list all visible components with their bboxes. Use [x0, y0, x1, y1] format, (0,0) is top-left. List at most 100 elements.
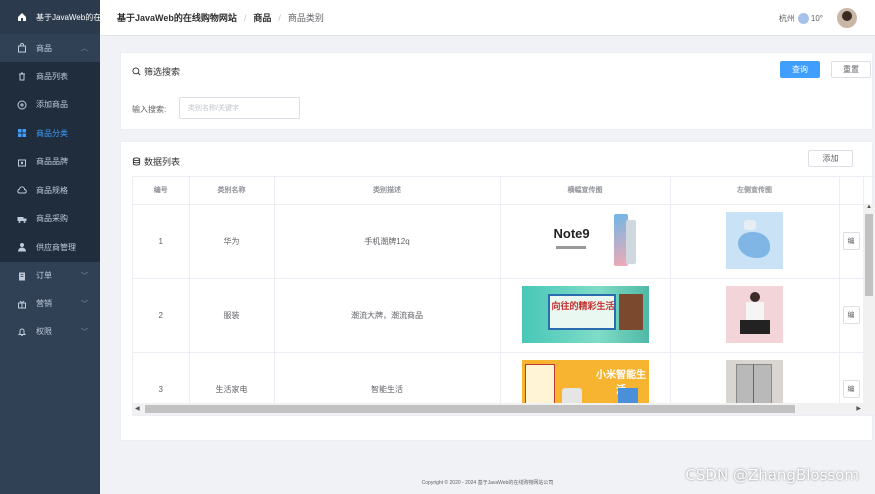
filter-header: 筛选搜索	[132, 65, 180, 78]
cell-id: 2	[133, 278, 190, 353]
sidebar-item-label: 添加商品	[36, 100, 68, 110]
sidebar-menu-marketing[interactable]: 营销 ﹀	[0, 290, 100, 318]
cell-desc: 手机潮牌12q	[274, 204, 501, 279]
add-button[interactable]: 添加	[808, 150, 853, 167]
scroll-up-arrow-icon[interactable]: ▲	[866, 204, 872, 210]
sidebar-item-label: 商品分类	[36, 128, 68, 138]
present-icon	[17, 299, 27, 309]
sidebar-item-label: 商品品牌	[36, 157, 68, 167]
cloud-icon	[17, 185, 27, 195]
breadcrumb: 基于JavaWeb的在线购物网站 / 商品 / 商品类别	[100, 11, 324, 24]
sidebar-item-label: 商品规格	[36, 185, 68, 195]
table-header-row: 编号 类别名称 类别描述 横幅宣传图 左侧宣传图	[133, 177, 864, 205]
category-table: 编号 类别名称 类别描述 横幅宣传图 左侧宣传图 1 华为 手机潮牌12q No…	[132, 176, 875, 416]
weather-city: 杭州	[778, 13, 795, 23]
cell-side-image	[670, 204, 840, 279]
sidebar-item-goods-list[interactable]: 商品列表	[0, 62, 100, 91]
cell-desc: 潮流大牌，潮流商品	[274, 278, 501, 353]
vertical-scrollbar-thumb[interactable]	[865, 214, 873, 296]
list-header: 数据列表	[132, 155, 180, 168]
sidebar-item-add-goods[interactable]: 添加商品	[0, 90, 100, 119]
breadcrumb-site[interactable]: 基于JavaWeb的在线购物网站	[117, 11, 237, 24]
weather-temperature: 10°	[810, 13, 823, 23]
query-button[interactable]: 查询	[780, 61, 820, 78]
data-list-card: 数据列表 添加 编号 类别名称 类别描述 横幅宣传图 左侧宣传图 1 华为 手机…	[120, 141, 875, 441]
chevron-down-icon: ﹀	[81, 328, 88, 336]
sidebar-home-item[interactable]: 基于JavaWeb的在线购物网站	[0, 0, 100, 34]
sidebar-item-goods-spec[interactable]: 商品规格	[0, 176, 100, 205]
table-row: 1 华为 手机潮牌12q Note9 编	[133, 204, 864, 279]
breadcrumb-current: 商品类别	[287, 13, 324, 23]
bell-icon	[17, 327, 27, 337]
column-header: 编号	[133, 177, 190, 205]
sidebar-item-supplier[interactable]: 供应商管理	[0, 233, 100, 262]
breadcrumb-section[interactable]: 商品	[253, 11, 271, 24]
list-title: 数据列表	[144, 157, 181, 167]
cell-action: 编	[839, 204, 864, 279]
bag-icon	[17, 157, 27, 167]
sidebar-item-label: 商品	[36, 43, 52, 53]
sidebar-menu-permission[interactable]: 权限 ﹀	[0, 318, 100, 346]
sidebar-item-goods-purchase[interactable]: 商品采购	[0, 204, 100, 233]
bag-icon	[17, 43, 27, 53]
sidebar: 基于JavaWeb的在线购物网站 商品 ︿ 商品列表 添加商品 商品分类 商品品…	[0, 0, 100, 494]
grid-icon	[17, 128, 27, 138]
cell-id: 1	[133, 204, 190, 279]
sidebar-item-goods-brand[interactable]: 商品品牌	[0, 147, 100, 176]
sidebar-item-label: 营销	[36, 299, 52, 308]
sidebar-item-goods-category[interactable]: 商品分类	[0, 119, 100, 148]
chevron-down-icon: ﹀	[81, 272, 88, 280]
banner-image: Note9	[521, 211, 649, 269]
search-input-label: 输入搜索:	[132, 105, 167, 114]
database-icon	[132, 157, 141, 166]
search-icon	[132, 67, 141, 76]
search-input[interactable]: 类别名称/关键字	[179, 97, 300, 119]
trash-icon	[17, 71, 27, 81]
cell-banner: Note9	[500, 204, 671, 279]
chevron-up-icon: ︿	[81, 45, 88, 52]
header-right: 杭州 10°	[779, 0, 857, 36]
column-header: 类别名称	[189, 177, 275, 205]
edit-button[interactable]: 编	[842, 232, 860, 250]
cell-side-image	[670, 278, 840, 353]
filter-title: 筛选搜索	[144, 67, 181, 77]
column-header: 左侧宣传图	[670, 177, 840, 205]
cell-action: 编	[839, 278, 864, 353]
user-avatar[interactable]	[837, 8, 857, 28]
side-image	[726, 211, 783, 269]
sidebar-menu-goods[interactable]: 商品 ︿	[0, 34, 100, 62]
edit-button[interactable]: 编	[842, 380, 860, 398]
horizontal-scrollbar-thumb[interactable]	[145, 405, 795, 413]
sidebar-item-label: 订单	[36, 271, 52, 280]
sidebar-menu-orders[interactable]: 订单 ﹀	[0, 262, 100, 290]
breadcrumb-separator: /	[243, 12, 247, 23]
sidebar-item-label: 权限	[36, 327, 52, 336]
cell-name: 服装	[189, 278, 275, 353]
reset-button[interactable]: 重置	[831, 61, 871, 78]
banner-text: Note9	[553, 225, 590, 241]
filter-card: 筛选搜索 查询 重置 输入搜索: 类别名称/关键字	[120, 52, 873, 130]
cell-banner: 向往的精彩生活	[500, 278, 671, 353]
sidebar-item-label: 商品采购	[36, 214, 68, 224]
chevron-down-icon: ﹀	[81, 300, 88, 308]
app-title: 基于JavaWeb的在线购物网站	[36, 12, 100, 22]
cell-name: 华为	[189, 204, 275, 279]
vertical-scrollbar[interactable]: ▲	[863, 204, 875, 405]
column-header: 类别描述	[274, 177, 501, 205]
breadcrumb-separator: /	[278, 12, 281, 23]
column-header	[839, 177, 864, 205]
sidebar-item-label: 供应商管理	[36, 242, 76, 252]
edit-button[interactable]: 编	[842, 306, 860, 324]
side-image	[726, 285, 783, 343]
truck-icon	[17, 214, 27, 224]
table-row: 2 服装 潮流大牌，潮流商品 向往的精彩生活 编	[133, 278, 864, 353]
horizontal-scrollbar[interactable]: ◀ ▶	[133, 403, 875, 415]
sidebar-item-label: 商品列表	[36, 71, 68, 81]
watermark: CSDN @ZhangBlossom	[685, 466, 859, 484]
home-icon	[17, 12, 27, 22]
column-header: 横幅宣传图	[500, 177, 671, 205]
scroll-left-arrow-icon[interactable]: ◀	[135, 405, 140, 412]
top-navbar: 基于JavaWeb的在线购物网站 / 商品 / 商品类别 杭州 10°	[100, 0, 875, 36]
clipboard-icon	[17, 271, 27, 281]
scroll-right-arrow-icon[interactable]: ▶	[856, 405, 861, 412]
